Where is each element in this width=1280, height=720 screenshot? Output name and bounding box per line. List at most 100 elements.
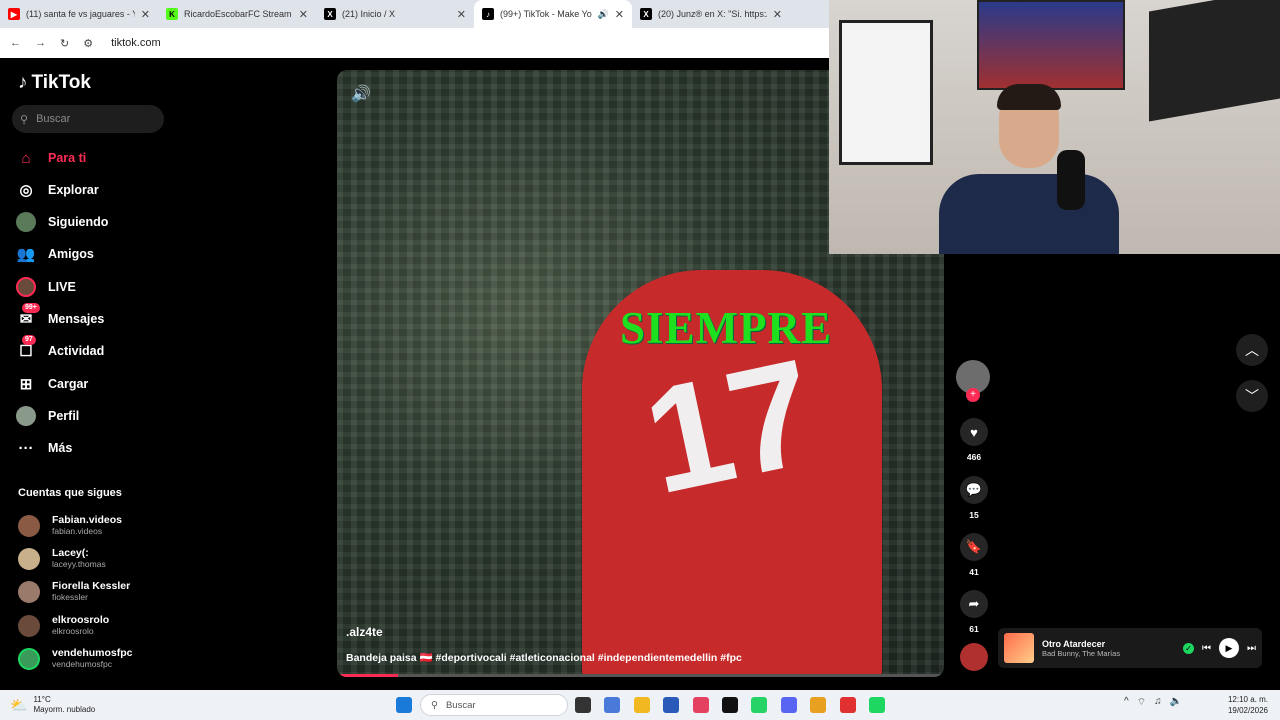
sidebar-item-cargar[interactable]: ⊞ Cargar	[16, 373, 89, 395]
share-icon: ➦	[960, 590, 988, 618]
sidebar-item-label: Perfil	[48, 409, 80, 423]
avatar	[18, 547, 40, 570]
tiktok-icon: ♪	[482, 8, 494, 20]
taskbar-search-input[interactable]: ⚲ Buscar	[420, 694, 568, 716]
tiktok-logo-icon: ♪	[18, 72, 28, 93]
site-info-icon[interactable]: ⚙	[83, 37, 93, 50]
widgets-icon[interactable]	[604, 697, 620, 713]
chrome-icon[interactable]	[810, 697, 826, 713]
sidebar-item-explorar[interactable]: ◎ Explorar	[16, 179, 99, 201]
account-handle: elkroosrolo	[52, 626, 94, 636]
follow-plus-icon[interactable]: +	[966, 388, 980, 402]
sidebar-item-label: Amigos	[48, 247, 94, 261]
followed-account[interactable]: vendehumosfpc vendehumosfpc	[18, 647, 133, 670]
profile-icon	[16, 406, 36, 426]
comment-button[interactable]: 💬 15	[956, 476, 992, 520]
previous-video-button[interactable]: ︿	[1236, 334, 1268, 366]
back-icon[interactable]: ←	[10, 37, 21, 49]
browser-tab-x-home[interactable]: X (21) Inicio / X ✕	[316, 0, 474, 28]
speaker-icon[interactable]: 🔊	[598, 9, 609, 20]
account-name: vendehumosfpc	[52, 647, 133, 659]
account-handle: laceyy.thomas	[52, 559, 106, 569]
next-track-icon[interactable]: ⏭	[1247, 643, 1256, 654]
webcam-overlay	[829, 0, 1280, 254]
reload-icon[interactable]: ↻	[60, 37, 69, 50]
clock[interactable]: 12:10 a. m. 19/02/2026	[1200, 694, 1268, 716]
instagram-icon[interactable]	[693, 697, 709, 713]
tiktok-app-icon[interactable]	[722, 697, 738, 713]
forward-icon[interactable]: →	[35, 37, 46, 49]
save-button[interactable]: 🔖 41	[956, 533, 992, 577]
account-name: Fiorella Kessler	[52, 580, 131, 592]
browser-tab-x-post[interactable]: X (20) Junz® en X: "Si. https://t.co ✕	[632, 0, 790, 28]
like-button[interactable]: ♥ 466	[956, 418, 992, 462]
close-tab-icon[interactable]: ✕	[299, 8, 308, 21]
file-explorer-icon[interactable]	[634, 697, 650, 713]
bookmark-icon: 🔖	[960, 533, 988, 561]
sidebar-item-label: LIVE	[48, 280, 76, 294]
streamer-body	[939, 174, 1119, 254]
music-disc-icon	[960, 643, 988, 671]
previous-track-icon[interactable]: ⏮	[1202, 643, 1211, 654]
sidebar-item-mensajes[interactable]: ✉ 99+ Mensajes	[16, 303, 104, 330]
video-overlay-text: SIEMPRE	[620, 303, 833, 353]
whatsapp-icon[interactable]	[751, 697, 767, 713]
chevron-up-icon[interactable]: ^	[1124, 696, 1129, 709]
tab-title: (11) santa fe vs jaguares - YouTu	[26, 9, 135, 19]
sidebar-item-para-ti[interactable]: ⌂ Para ti	[16, 147, 86, 169]
spotify-icon[interactable]	[869, 697, 885, 713]
volume-icon[interactable]: 🔈	[1170, 696, 1182, 709]
sidebar-item-label: Cargar	[48, 377, 89, 391]
saved-check-icon[interactable]: ✓	[1183, 642, 1194, 654]
music-widget[interactable]: Otro Atardecer Bad Bunny, The Marías ✓ ⏮…	[998, 628, 1262, 668]
sidebar-item-actividad[interactable]: ☐ 97 Actividad	[16, 335, 104, 362]
tab-title: (20) Junz® en X: "Si. https://t.co	[658, 9, 767, 19]
wifi-icon[interactable]: ⌔	[1137, 696, 1146, 709]
streamer-hair	[997, 84, 1061, 110]
browser-tab-youtube[interactable]: ▶ (11) santa fe vs jaguares - YouTu ✕	[0, 0, 158, 28]
like-count: 466	[966, 452, 982, 462]
play-icon[interactable]: ▶	[1219, 638, 1239, 658]
tab-title: (99+) TikTok - Make Your Da	[500, 9, 592, 19]
followed-account[interactable]: Lacey(: laceyy.thomas	[18, 547, 106, 570]
video-progress-bar[interactable]	[337, 674, 944, 677]
tiktok-logo[interactable]: ♪ TikTok	[18, 72, 91, 94]
streamer	[939, 84, 1119, 254]
taskbar-search-placeholder: Buscar	[445, 699, 476, 711]
sidebar-item-siguiendo[interactable]: Siguiendo	[16, 211, 108, 233]
save-count: 41	[969, 567, 979, 577]
close-tab-icon[interactable]: ✕	[457, 8, 466, 21]
music-disc[interactable]	[956, 643, 992, 671]
sidebar-item-label: Explorar	[48, 183, 99, 197]
video-author[interactable]: .alz4te	[346, 625, 383, 639]
weather-widget[interactable]: ⛅ 11°C Mayorm. nublado	[10, 695, 95, 715]
windows-start-icon[interactable]	[396, 697, 412, 713]
task-view-icon[interactable]	[575, 697, 591, 713]
microphone-icon[interactable]: ♫	[1154, 696, 1162, 709]
volume-icon[interactable]: 🔊	[351, 84, 371, 104]
search-input[interactable]: ⚲ Buscar	[12, 105, 164, 133]
friends-icon: 👥	[16, 246, 36, 263]
url-field[interactable]: tiktok.com	[111, 37, 161, 49]
obs-icon[interactable]	[840, 697, 856, 713]
tab-title: (21) Inicio / X	[342, 9, 396, 19]
song-artist: Bad Bunny, The Marías	[1042, 648, 1121, 658]
browser-tab-tiktok[interactable]: ♪ (99+) TikTok - Make Your Da 🔊 ✕	[474, 0, 632, 28]
followed-account[interactable]: Fabian.videos fabian.videos	[18, 514, 122, 537]
close-tab-icon[interactable]: ✕	[141, 8, 150, 21]
close-tab-icon[interactable]: ✕	[773, 8, 782, 21]
sidebar-item-amigos[interactable]: 👥 Amigos	[16, 243, 94, 265]
discord-icon[interactable]	[781, 697, 797, 713]
share-button[interactable]: ➦ 61	[956, 590, 992, 634]
followed-account[interactable]: elkroosrolo elkroosrolo	[18, 614, 109, 637]
store-icon[interactable]	[663, 697, 679, 713]
browser-tab-kick[interactable]: K RicardoEscobarFC Stream - Wa ✕	[158, 0, 316, 28]
account-handle: fabian.videos	[52, 526, 103, 536]
sidebar-item-mas[interactable]: ··· Más	[16, 437, 73, 459]
followed-account[interactable]: Fiorella Kessler fiokessler	[18, 580, 130, 603]
sidebar-item-perfil[interactable]: Perfil	[16, 405, 79, 427]
next-video-button[interactable]: ﹀	[1236, 380, 1268, 412]
close-tab-icon[interactable]: ✕	[615, 8, 624, 21]
sidebar-item-live[interactable]: LIVE	[16, 276, 76, 298]
sidebar-item-label: Más	[48, 441, 73, 455]
